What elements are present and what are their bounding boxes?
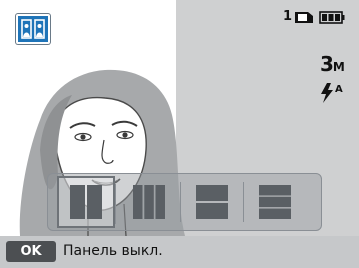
- option-divider: [243, 182, 244, 222]
- layout-option-three-vertical[interactable]: [120, 176, 181, 228]
- split-layout-selector: [47, 173, 322, 231]
- layout-option-two-vertical[interactable]: [57, 176, 116, 228]
- option-divider: [180, 182, 181, 222]
- resolution-indicator: 3M: [320, 52, 345, 76]
- ok-button[interactable]: OK: [6, 241, 56, 262]
- battery-full-icon: [319, 11, 345, 24]
- flash-auto-icon: A: [321, 83, 343, 103]
- shot-count: 1: [283, 9, 293, 24]
- layout-option-two-horizontal[interactable]: [183, 176, 244, 228]
- split-shot-mode-icon: [16, 14, 50, 44]
- flash-mode-letter: A: [335, 84, 343, 95]
- memory-card-icon: [295, 12, 313, 23]
- resolution-unit: M: [332, 60, 345, 74]
- layout-option-three-horizontal[interactable]: [246, 176, 304, 228]
- option-divider: [115, 184, 116, 224]
- resolution-value: 3: [320, 52, 334, 76]
- camera-screen: 1 3M A OK Панель выкл.: [0, 0, 359, 268]
- panel-off-hint: Панель выкл.: [63, 243, 163, 259]
